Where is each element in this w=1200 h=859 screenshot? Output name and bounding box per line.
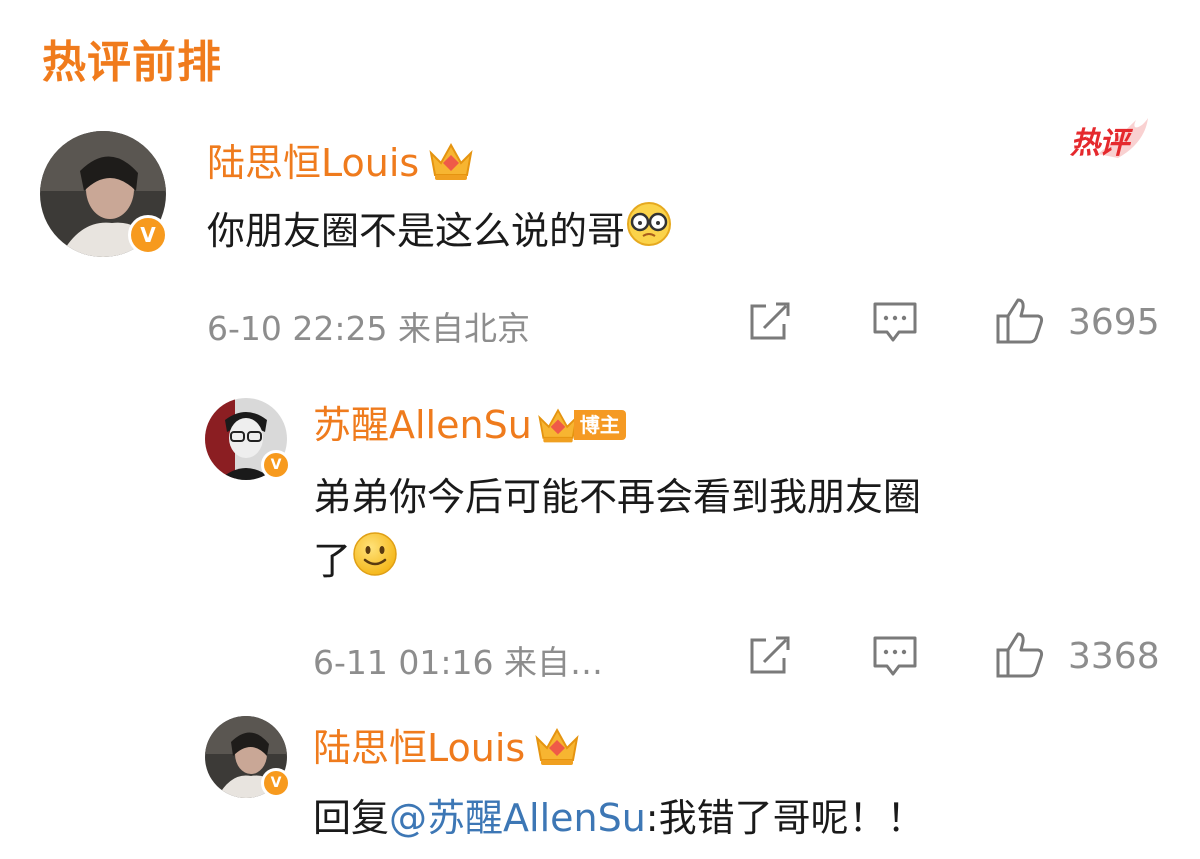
verified-v-icon: V [261,450,291,480]
host-badge: 博主 [536,404,626,446]
avatar[interactable]: V [40,131,168,257]
verified-v-icon: V [261,768,291,798]
like-count: 3368 [1068,636,1160,677]
thumbs-up-icon[interactable] [994,630,1046,680]
hot-comment-badge: 热评 [1070,126,1129,161]
mention-link[interactable]: @苏醒AllenSu [389,796,646,840]
comment-icon[interactable] [871,634,919,680]
comment-text: 弟弟你今后可能不再会看到我朋友圈 了 [313,465,921,597]
verified-v-icon: V [128,215,168,255]
smile-emoji [351,530,399,597]
comment-header: 陆思恒Louis [313,724,581,772]
comment-header: 苏醒AllenSu 博主 [313,404,626,446]
reply-body: :我错了哥呢！！ [645,796,925,840]
comment-meta: 6-11 01:16 来自… [313,643,603,682]
comment-text: 你朋友圈不是这么说的哥 [207,199,673,267]
section-title: 热评前排 [42,37,222,88]
crown-icon [533,724,581,772]
comment-header: 陆思恒Louis [207,139,475,187]
like-count: 3695 [1068,302,1160,343]
glasses-face-emoji [625,200,673,267]
share-icon[interactable] [746,634,792,678]
comment-meta: 6-10 22:25 来自北京 [207,309,530,348]
thumbs-up-icon[interactable] [994,296,1046,346]
username[interactable]: 陆思恒Louis [207,144,419,182]
comment-text: 回复@苏醒AllenSu:我错了哥呢！！ [313,786,925,850]
comment-body: 你朋友圈不是这么说的哥 [207,209,626,253]
crown-icon [427,139,475,187]
username[interactable]: 苏醒AllenSu [313,406,532,444]
avatar[interactable]: V [205,716,291,798]
host-tag: 博主 [573,410,626,440]
comment-body-line1: 弟弟你今后可能不再会看到我朋友圈 [313,475,922,519]
reply-prefix: 回复 [313,796,390,840]
comment-icon[interactable] [871,300,919,346]
share-icon[interactable] [746,300,792,344]
comment-body-tail: 了 [313,539,352,583]
avatar[interactable]: V [205,398,291,480]
username[interactable]: 陆思恒Louis [313,729,525,767]
comment-body-line2: 了 [313,529,921,597]
